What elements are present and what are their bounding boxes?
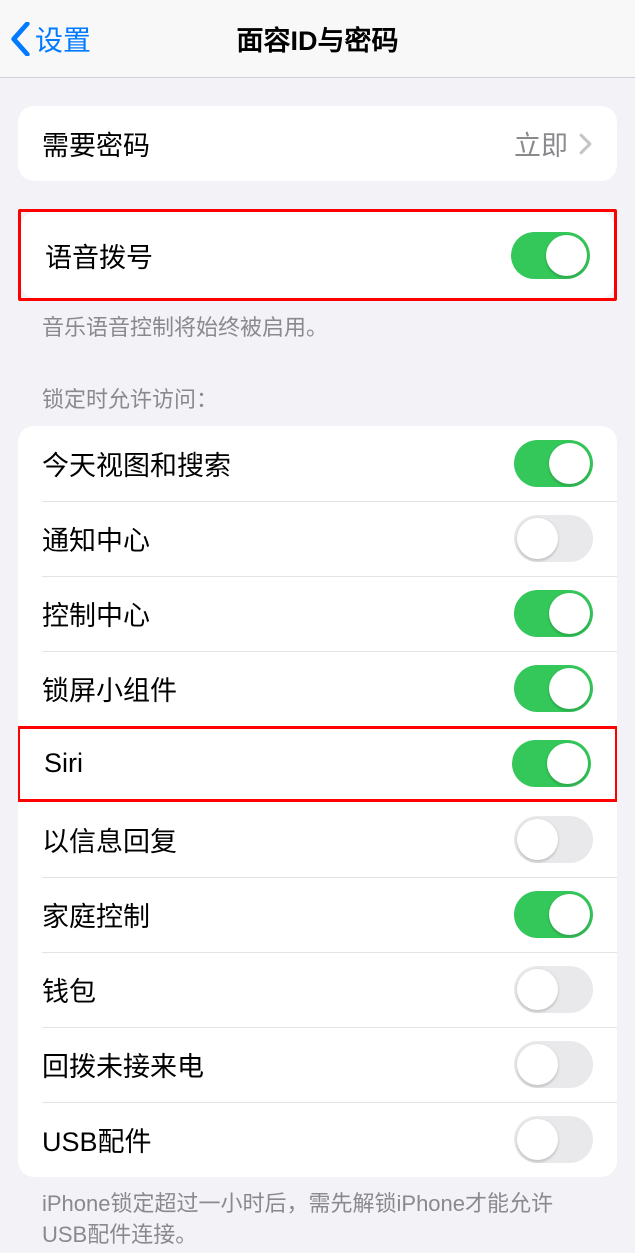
reply-with-message-toggle[interactable] [514, 816, 593, 863]
lock-access-header: 锁定时允许访问： [18, 382, 617, 414]
chevron-right-icon [578, 133, 593, 155]
lock-screen-widgets-label: 锁屏小组件 [42, 669, 177, 708]
siri-label: Siri [44, 748, 83, 779]
require-passcode-value: 立即 [514, 124, 568, 163]
usb-accessories-label: USB配件 [42, 1120, 152, 1159]
home-control-row[interactable]: 家庭控制 [18, 877, 617, 952]
return-missed-calls-row[interactable]: 回拨未接来电 [18, 1027, 617, 1102]
siri-row[interactable]: Siri [20, 729, 615, 799]
require-passcode-row[interactable]: 需要密码 立即 [18, 106, 617, 181]
reply-with-message-label: 以信息回复 [42, 820, 177, 859]
wallet-toggle[interactable] [514, 966, 593, 1013]
siri-toggle[interactable] [512, 740, 591, 787]
control-center-toggle[interactable] [514, 590, 593, 637]
chevron-left-icon [10, 22, 31, 56]
usb-accessories-row[interactable]: USB配件 [18, 1102, 617, 1177]
wallet-label: 钱包 [42, 970, 96, 1009]
notification-center-toggle[interactable] [514, 515, 593, 562]
today-view-row[interactable]: 今天视图和搜索 [18, 426, 617, 501]
voice-dial-footer: 音乐语音控制将始终被启用。 [18, 301, 617, 344]
highlight-voice-dial: 语音拨号 [18, 209, 617, 301]
highlight-siri: Siri [18, 726, 617, 802]
voice-dial-row[interactable]: 语音拨号 [21, 212, 614, 298]
notification-center-row[interactable]: 通知中心 [18, 501, 617, 576]
control-center-label: 控制中心 [42, 594, 150, 633]
notification-center-label: 通知中心 [42, 519, 150, 558]
back-button[interactable]: 设置 [10, 19, 91, 59]
wallet-row[interactable]: 钱包 [18, 952, 617, 1027]
require-passcode-label: 需要密码 [42, 124, 150, 163]
home-control-label: 家庭控制 [42, 895, 150, 934]
passcode-group: 需要密码 立即 [18, 106, 617, 181]
voice-dial-group: 语音拨号 [21, 212, 614, 298]
today-view-label: 今天视图和搜索 [42, 444, 231, 483]
lock-access-footer: iPhone锁定超过一小时后，需先解锁iPhone才能允许USB配件连接。 [18, 1177, 617, 1251]
lock-screen-widgets-toggle[interactable] [514, 665, 593, 712]
today-view-toggle[interactable] [514, 440, 593, 487]
lock-access-group: 今天视图和搜索 通知中心 控制中心 锁屏小组件 Siri 以信息回复 家庭控制 [18, 426, 617, 1177]
lock-screen-widgets-row[interactable]: 锁屏小组件 [18, 651, 617, 726]
return-missed-calls-toggle[interactable] [514, 1041, 593, 1088]
voice-dial-label: 语音拨号 [45, 236, 153, 275]
page-title: 面容ID与密码 [237, 19, 399, 58]
reply-with-message-row[interactable]: 以信息回复 [18, 802, 617, 877]
back-label: 设置 [35, 19, 91, 59]
nav-bar: 设置 面容ID与密码 [0, 0, 635, 78]
usb-accessories-toggle[interactable] [514, 1116, 593, 1163]
return-missed-calls-label: 回拨未接来电 [42, 1045, 204, 1084]
control-center-row[interactable]: 控制中心 [18, 576, 617, 651]
voice-dial-toggle[interactable] [511, 232, 590, 279]
home-control-toggle[interactable] [514, 891, 593, 938]
